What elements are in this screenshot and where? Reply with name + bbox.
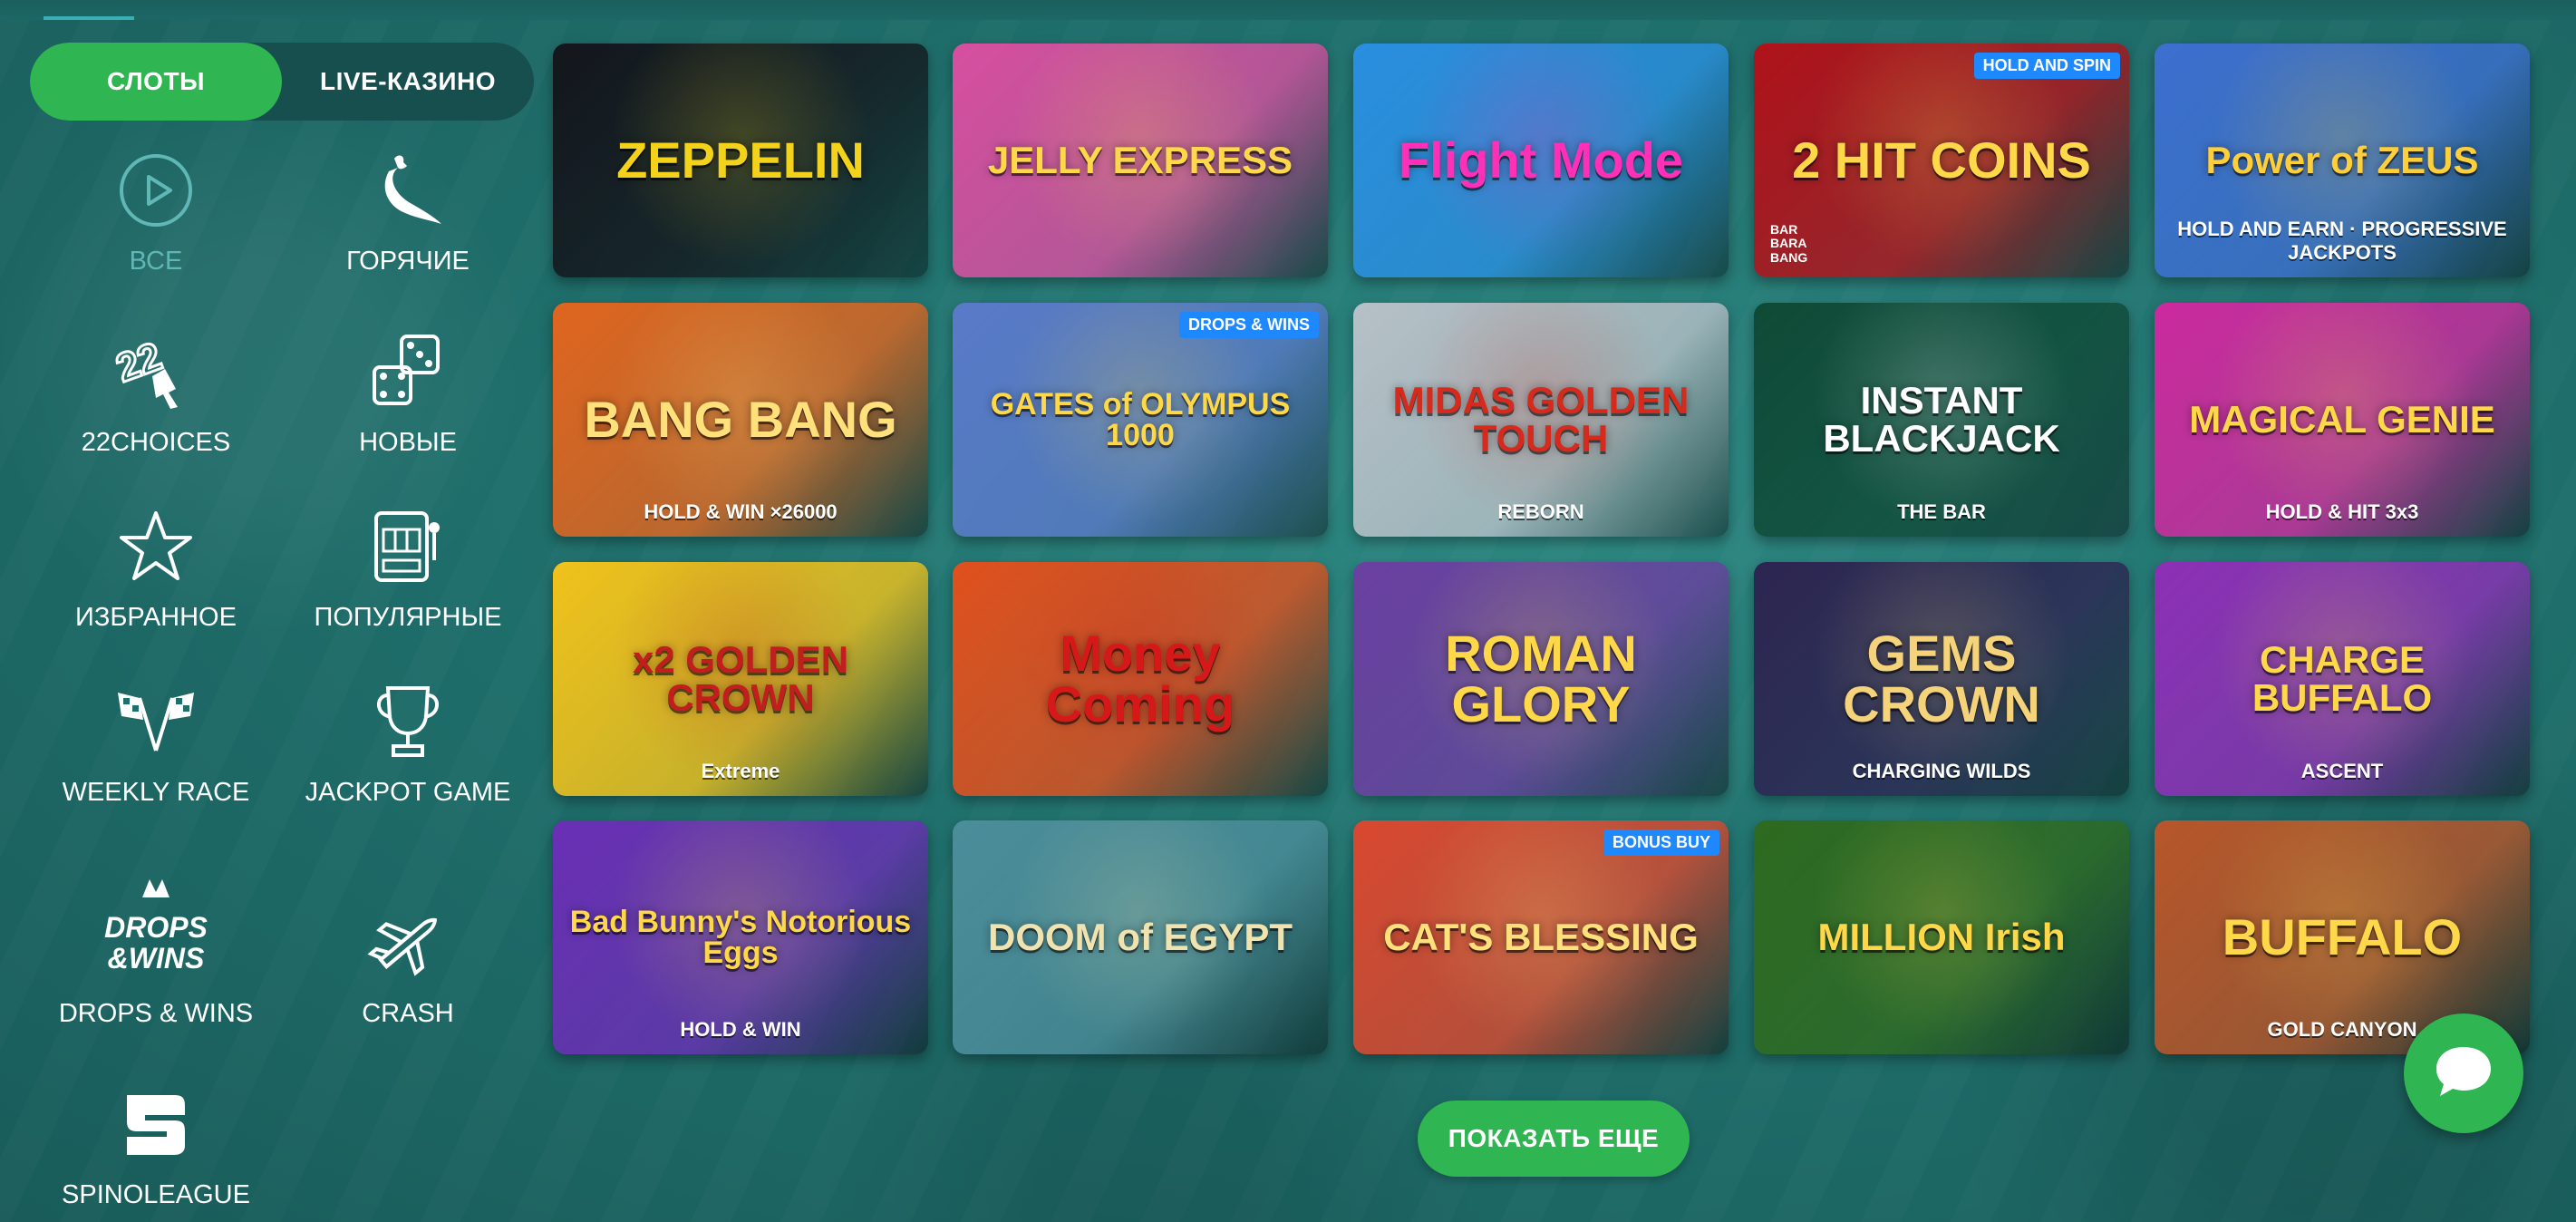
game-badge: BONUS BUY (1603, 829, 1719, 856)
tab-live-casino[interactable]: LIVE-КАЗИНО (282, 43, 534, 121)
game-title: INSTANT BLACKJACK (1823, 379, 2060, 460)
game-title: Money Coming (1045, 625, 1235, 732)
category-weekly-race[interactable]: WEEKLY RACE (29, 676, 283, 808)
game-tile[interactable]: GEMS CROWN CHARGING WILDS (1754, 562, 2129, 796)
game-subtitle: Extreme (701, 760, 780, 782)
game-subtitle: ASCENT (2300, 760, 2384, 782)
slot-machine-icon (363, 501, 453, 592)
game-tile[interactable]: ZEPPELIN (553, 44, 928, 277)
game-tile[interactable]: MILLION Irish (1754, 820, 2129, 1054)
game-subtitle: THE BAR (1897, 500, 1986, 523)
game-title: BUFFALO (2222, 908, 2463, 965)
game-title: DOOM of EGYPT (988, 916, 1293, 958)
game-title: ROMAN GLORY (1445, 625, 1637, 732)
game-subtitle: HOLD AND EARN · PROGRESSIVE JACKPOTS (2177, 218, 2507, 264)
chili-icon (363, 145, 453, 236)
svg-text:DROPS: DROPS (104, 911, 208, 944)
tab-slots[interactable]: СЛОТЫ (30, 43, 282, 121)
game-tile[interactable]: Bad Bunny's Notorious Eggs HOLD & WIN (553, 820, 928, 1054)
games-grid: ZEPPELIN JELLY EXPRESS Flight Mode 2 HIT CO… (553, 44, 2530, 1059)
category-menu: ВСЕ ГОРЯЧИЕ 22 22CHOICES НОВЫЕ ИЗБРАННОЕ… (0, 145, 535, 1215)
category-popular[interactable]: ПОПУЛЯРНЫЕ (281, 501, 535, 633)
game-tile[interactable]: CAT'S BLESSING BONUS BUY (1353, 820, 1729, 1054)
drops-wins-icon: DROPS &WINS (97, 870, 215, 988)
category-label: CRASH (362, 999, 454, 1028)
dice-icon (363, 326, 453, 417)
game-tile[interactable]: 2 HIT COINS HOLD AND SPIN BAR BARA BANG (1754, 44, 2129, 277)
svg-text:&WINS: &WINS (108, 942, 205, 975)
game-title: GATES of OLYMPUS 1000 (990, 387, 1291, 452)
game-title: ZEPPELIN (616, 131, 865, 189)
category-label: НОВЫЕ (359, 428, 457, 457)
game-subtitle: HOLD & WIN ×26000 (644, 500, 838, 523)
game-tile[interactable]: ROMAN GLORY (1353, 562, 1729, 796)
category-crash[interactable]: CRASH (281, 897, 535, 1029)
show-more-button[interactable]: ПОКАЗАТЬ ЕЩЕ (1418, 1101, 1690, 1177)
game-badge: HOLD AND SPIN (1973, 53, 2120, 79)
category-favorites[interactable]: ИЗБРАННОЕ (29, 501, 283, 633)
category-label: DROPS & WINS (58, 999, 254, 1028)
game-tile[interactable]: MIDAS GOLDEN TOUCH REBORN (1353, 303, 1729, 537)
category-spinoleague[interactable]: SPINOLEAGUE (29, 1079, 283, 1210)
game-title: JELLY EXPRESS (987, 139, 1293, 181)
game-title: MIDAS GOLDEN TOUCH (1392, 379, 1690, 460)
game-tile[interactable]: Power of ZEUS HOLD AND EARN · PROGRESSIVE… (2155, 44, 2530, 277)
trophy-icon (363, 676, 453, 767)
game-title: BANG BANG (584, 391, 897, 448)
game-tile[interactable]: Money Coming (953, 562, 1328, 796)
section-toggle: СЛОТЫ LIVE-КАЗИНО (30, 43, 534, 121)
game-title: x2 GOLDEN CROWN (632, 638, 849, 719)
game-tile[interactable]: x2 GOLDEN CROWN Extreme (553, 562, 928, 796)
category-label: ПОПУЛЯРНЫЕ (314, 603, 502, 632)
game-title: CHARGE BUFFALO (2252, 638, 2433, 719)
category-all[interactable]: ВСЕ (29, 145, 283, 276)
header-strip (0, 0, 2576, 20)
game-subtitle: HOLD & WIN (680, 1018, 801, 1041)
chat-bubble-icon (2433, 1043, 2494, 1104)
plane-icon (363, 897, 453, 988)
game-badge: DROPS & WINS (1178, 312, 1319, 338)
game-title: Bad Bunny's Notorious Eggs (569, 905, 912, 970)
game-title: CAT'S BLESSING (1383, 916, 1699, 958)
game-tile[interactable]: MAGICAL GENIE HOLD & HIT 3x3 (2155, 303, 2530, 537)
category-22choices[interactable]: 22 22CHOICES (29, 326, 283, 458)
game-tile[interactable]: CHARGE BUFFALO ASCENT (2155, 562, 2530, 796)
race-flags-icon (111, 676, 201, 767)
game-title: MAGICAL GENIE (2189, 398, 2495, 441)
category-label: JACKPOT GAME (305, 778, 511, 807)
spinoleague-icon (111, 1079, 201, 1169)
category-hot[interactable]: ГОРЯЧИЕ (281, 145, 535, 276)
category-label: ГОРЯЧИЕ (346, 247, 470, 276)
category-label: 22CHOICES (81, 428, 231, 457)
category-drops-wins[interactable]: DROPS &WINS DROPS & WINS (29, 870, 283, 1029)
game-title: MILLION Irish (1817, 916, 2066, 958)
category-label: WEEKLY RACE (62, 778, 250, 807)
play-icon (111, 145, 201, 236)
category-label: ИЗБРАННОЕ (75, 603, 237, 632)
category-jackpot[interactable]: JACKPOT GAME (281, 676, 535, 808)
game-tile[interactable]: INSTANT BLACKJACK THE BAR (1754, 303, 2129, 537)
game-tile[interactable]: JELLY EXPRESS (953, 44, 1328, 277)
category-label: ВСЕ (129, 247, 183, 276)
game-subtitle: HOLD & HIT 3x3 (2265, 500, 2419, 523)
game-tile[interactable]: Flight Mode (1353, 44, 1729, 277)
active-header-indicator (44, 0, 134, 20)
game-tile[interactable]: DOOM of EGYPT (953, 820, 1328, 1054)
game-subtitle: REBORN (1497, 500, 1584, 523)
game-title: Power of ZEUS (2205, 139, 2479, 181)
game-tile[interactable]: BANG BANG HOLD & WIN ×26000 (553, 303, 928, 537)
star-icon (111, 501, 201, 592)
22choices-icon: 22 (111, 326, 201, 417)
game-subtitle: CHARGING WILDS (1852, 760, 2031, 782)
chat-button[interactable] (2404, 1013, 2523, 1133)
category-new[interactable]: НОВЫЕ (281, 326, 535, 458)
category-label: SPINOLEAGUE (62, 1180, 250, 1209)
provider-label: BAR BARA BANG (1770, 221, 1808, 265)
game-title: 2 HIT COINS (1792, 131, 2091, 189)
game-title: Flight Mode (1398, 131, 1684, 189)
game-tile[interactable]: GATES of OLYMPUS 1000 DROPS & WINS (953, 303, 1328, 537)
game-title: GEMS CROWN (1843, 625, 2040, 732)
